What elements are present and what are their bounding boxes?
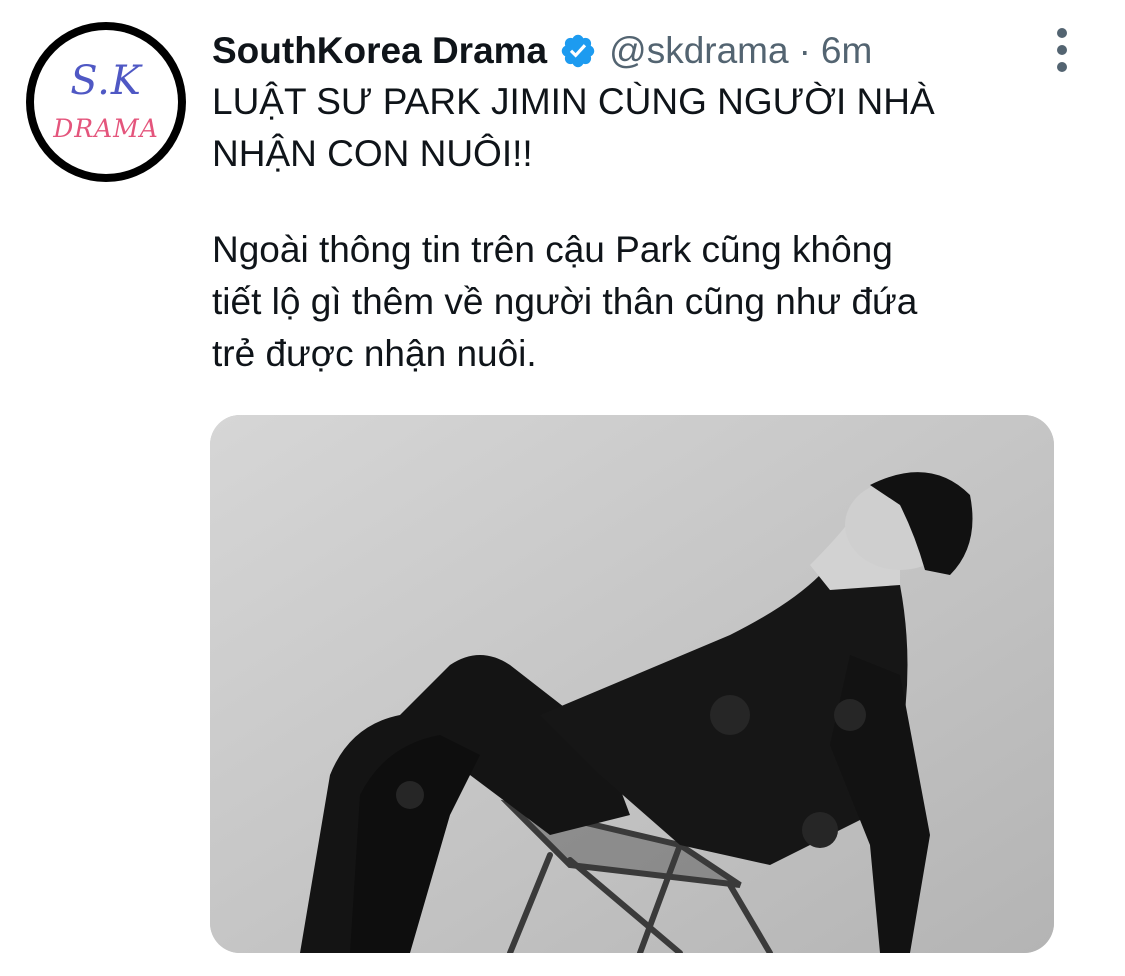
text-line: tiết lộ gì thêm về người thân cũng như đ… bbox=[212, 281, 918, 322]
text-line: NHẬN CON NUÔI!! bbox=[212, 133, 533, 174]
avatar[interactable]: S.K DRAMA bbox=[26, 22, 186, 182]
logo-text-drama: DRAMA bbox=[53, 114, 159, 143]
tweet-text-headline: LUẬT SƯ PARK JIMIN CÙNG NGƯỜI NHÀ NHẬN C… bbox=[212, 76, 1092, 180]
photo-image bbox=[210, 415, 1054, 953]
text-line: LUẬT SƯ PARK JIMIN CÙNG NGƯỜI NHÀ bbox=[212, 81, 935, 122]
tweet-photo[interactable] bbox=[210, 415, 1054, 953]
separator-dot: · bbox=[798, 30, 811, 71]
tweet[interactable]: S.K DRAMA SouthKorea Drama @skdrama · 6m… bbox=[0, 0, 1125, 976]
text-line: Ngoài thông tin trên cậu Park cũng không bbox=[212, 229, 893, 270]
logo-text-sk: S.K bbox=[70, 58, 142, 104]
display-name[interactable]: SouthKorea Drama bbox=[212, 30, 547, 72]
tweet-header: SouthKorea Drama @skdrama · 6m bbox=[212, 26, 872, 76]
verified-badge-icon bbox=[559, 32, 597, 70]
timestamp[interactable]: 6m bbox=[821, 30, 872, 72]
more-vertical-icon[interactable] bbox=[1048, 28, 1076, 72]
text-line: trẻ được nhận nuôi. bbox=[212, 333, 537, 374]
user-handle[interactable]: @skdrama bbox=[609, 30, 788, 72]
avatar-logo: S.K DRAMA bbox=[34, 30, 178, 174]
tweet-text-body: Ngoài thông tin trên cậu Park cũng không… bbox=[212, 224, 1092, 380]
